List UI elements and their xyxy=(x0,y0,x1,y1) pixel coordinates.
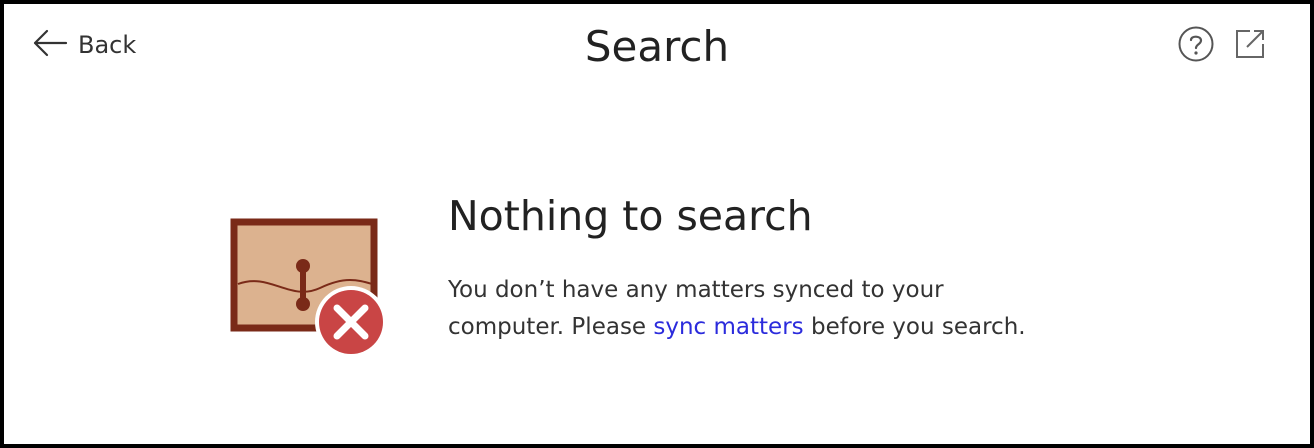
briefcase-error-icon xyxy=(230,218,390,358)
help-button[interactable] xyxy=(1176,26,1216,66)
empty-state-heading: Nothing to search xyxy=(448,192,813,240)
open-external-button[interactable] xyxy=(1230,26,1270,66)
empty-state-message: You don’t have any matters synced to you… xyxy=(448,272,1208,346)
message-line-1: You don’t have any matters synced to you… xyxy=(448,277,944,303)
help-icon xyxy=(1177,25,1215,67)
header-actions xyxy=(1176,26,1270,66)
open-external-icon xyxy=(1232,26,1268,66)
page-title: Search xyxy=(584,22,730,71)
message-line-2-start: computer. Please xyxy=(448,314,654,340)
message-line-2-end: before you search. xyxy=(803,314,1026,340)
empty-state: Nothing to search You don’t have any mat… xyxy=(448,190,1208,346)
search-window: Back Search Nothing to search You don’t … xyxy=(0,0,1314,448)
sync-matters-link[interactable]: sync matters xyxy=(653,314,803,340)
